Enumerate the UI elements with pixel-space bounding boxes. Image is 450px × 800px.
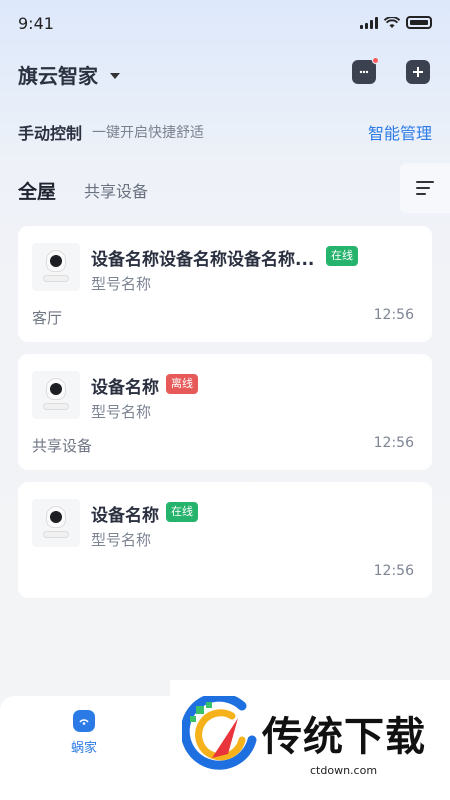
device-model: 型号名称 (91, 531, 152, 549)
device-name: 设备名称 (91, 378, 159, 398)
manual-control-row: 手动控制 一键开启快捷舒适 智能管理 (18, 120, 432, 144)
status-icons (360, 16, 432, 29)
sort-icon (416, 181, 434, 195)
unread-dot (372, 57, 379, 64)
camera-thumbnail (32, 371, 80, 419)
nav-label-home: 蜗家 (70, 741, 97, 756)
device-card[interactable]: 设备名称 在线 型号名称 12:56 (18, 482, 432, 598)
battery-icon (406, 16, 432, 29)
status-badge: 在线 (326, 246, 358, 266)
chevron-down-icon (110, 72, 120, 79)
camera-thumbnail (32, 499, 80, 547)
watermark: 传统下载 ctdown.com (170, 680, 450, 784)
plus-icon (413, 67, 423, 77)
camera-thumbnail (32, 243, 80, 291)
nav-item-home[interactable]: 蜗家 (66, 710, 102, 756)
status-badge: 在线 (166, 502, 198, 522)
chat-icon (359, 70, 369, 74)
device-room: 共享设备 (32, 437, 93, 455)
add-button[interactable] (406, 60, 430, 84)
watermark-logo (182, 696, 257, 770)
manual-control-subtitle: 一键开启快捷舒适 (92, 125, 205, 141)
device-card[interactable]: 设备名称设备名称设备名称... 在线 型号名称 客厅 12:56 (18, 226, 432, 342)
wifi-icon (384, 16, 400, 28)
watermark-text: 传统下载 (262, 714, 426, 760)
message-button[interactable] (352, 57, 379, 84)
device-card[interactable]: 设备名称 离线 型号名称 共享设备 12:56 (18, 354, 432, 470)
device-model: 型号名称 (91, 275, 152, 293)
device-time: 12:56 (373, 563, 414, 579)
device-time: 12:56 (373, 435, 414, 451)
status-time: 9:41 (18, 14, 54, 33)
home-title: 旗云智家 (18, 63, 98, 88)
camera-icon (43, 378, 69, 412)
camera-icon (43, 250, 69, 284)
device-room: 客厅 (32, 309, 63, 327)
manual-control-title: 手动控制 (18, 124, 83, 143)
sort-button[interactable] (400, 163, 450, 213)
status-badge: 离线 (166, 374, 198, 394)
status-bar: 9:41 (0, 0, 450, 48)
home-icon (73, 710, 95, 732)
smart-manage-link[interactable]: 智能管理 (368, 120, 432, 144)
device-name: 设备名称 (91, 506, 159, 526)
signal-icon (360, 16, 378, 29)
device-time: 12:56 (373, 307, 414, 323)
watermark-url: ctdown.com (310, 764, 378, 777)
camera-icon (43, 506, 69, 540)
home-selector[interactable]: 旗云智家 (18, 60, 120, 88)
tab-shared-devices[interactable]: 共享设备 (84, 178, 148, 204)
device-model: 型号名称 (91, 403, 152, 421)
room-tabs: 全屋 共享设备 (18, 174, 148, 204)
tab-whole-house[interactable]: 全屋 (18, 177, 56, 204)
device-name: 设备名称设备名称设备名称... (91, 250, 315, 270)
